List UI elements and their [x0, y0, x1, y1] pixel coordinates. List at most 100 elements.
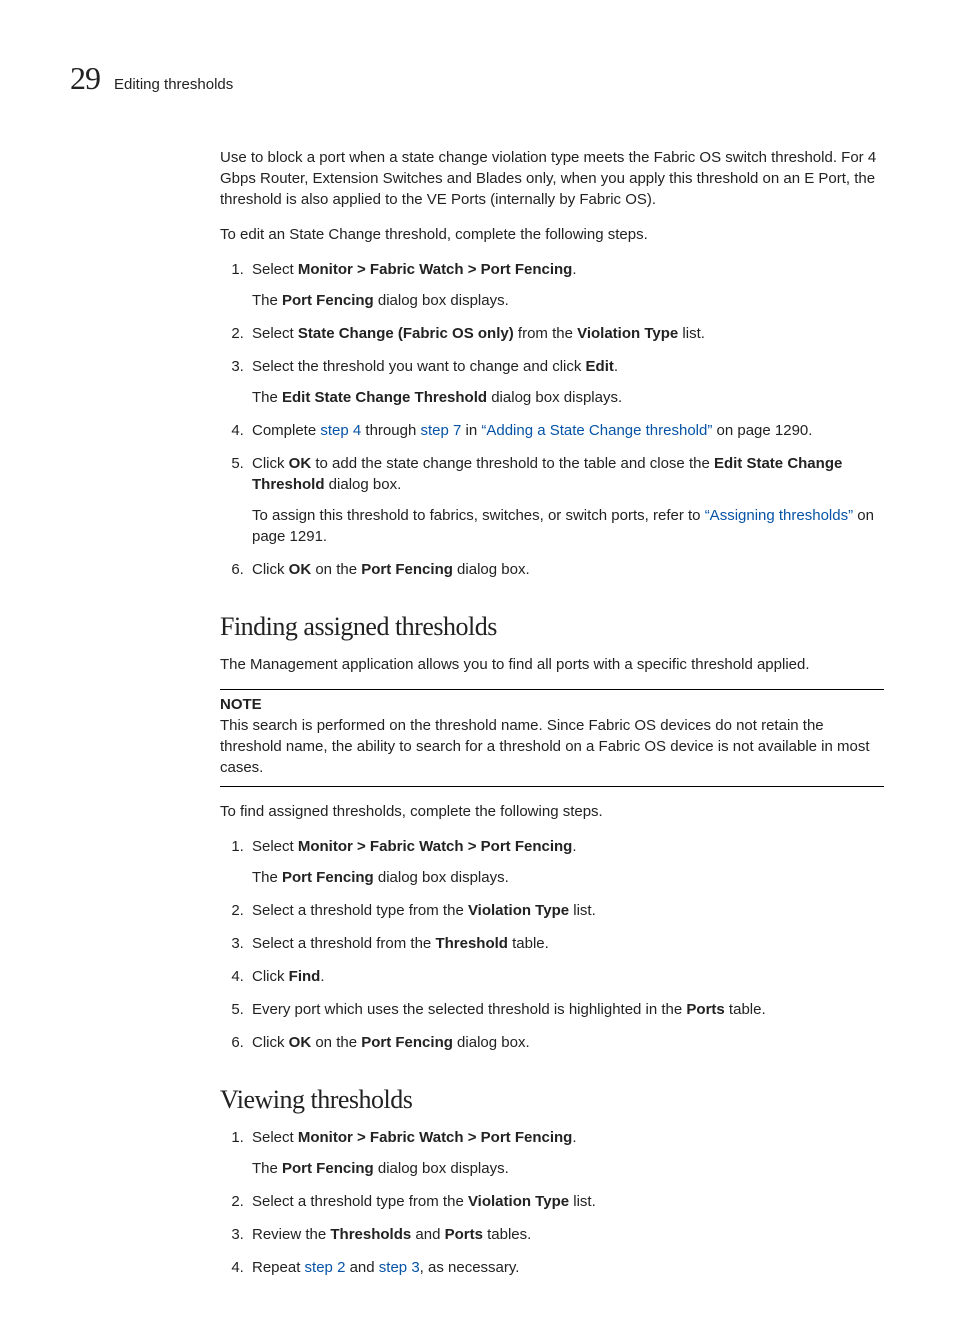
text: list.	[678, 325, 705, 342]
page: 29 Editing thresholds Use to block a por…	[0, 0, 954, 1332]
cross-reference-link[interactable]: step 3	[379, 1259, 420, 1276]
finding-steps-list: Select Monitor > Fabric Watch > Port Fen…	[220, 836, 884, 1053]
list-name: Violation Type	[468, 902, 569, 919]
cross-reference-link[interactable]: step 2	[305, 1259, 346, 1276]
text: .	[320, 968, 324, 985]
text: Click	[252, 1034, 289, 1051]
cross-reference-link[interactable]: step 4	[320, 422, 361, 439]
text: dialog box displays.	[374, 292, 509, 309]
menu-path: Monitor > Fabric Watch > Port Fencing	[298, 838, 572, 855]
button-name: OK	[289, 1034, 312, 1051]
text: Repeat	[252, 1259, 305, 1276]
button-name: Edit	[586, 358, 614, 375]
text: on page 1290.	[712, 422, 812, 439]
text: The	[252, 1160, 282, 1177]
viewing-steps-list: Select Monitor > Fabric Watch > Port Fen…	[220, 1127, 884, 1278]
section-title: Editing thresholds	[114, 76, 233, 93]
step-text: .	[572, 261, 576, 278]
button-name: OK	[289, 455, 312, 472]
list-name: Violation Type	[577, 325, 678, 342]
running-header: 29 Editing thresholds	[70, 60, 884, 97]
text: Click	[252, 968, 289, 985]
text: Every port which uses the selected thres…	[252, 1001, 686, 1018]
text: , as necessary.	[420, 1259, 520, 1276]
step-item: Click OK on the Port Fencing dialog box.	[248, 559, 884, 580]
dialog-name: Port Fencing	[361, 561, 453, 578]
text: in	[461, 422, 481, 439]
chapter-number: 29	[70, 60, 100, 97]
dialog-name: Port Fencing	[282, 869, 374, 886]
text: table.	[508, 935, 549, 952]
text: dialog box.	[325, 476, 402, 493]
heading-finding: Finding assigned thresholds	[220, 612, 884, 642]
intro-paragraph-2: To edit an State Change threshold, compl…	[220, 224, 884, 245]
text: dialog box displays.	[374, 1160, 509, 1177]
option-name: State Change (Fabric OS only)	[298, 325, 514, 342]
text: Select a threshold from the	[252, 935, 435, 952]
edit-steps-list: Select Monitor > Fabric Watch > Port Fen…	[220, 259, 884, 580]
text: Select a threshold type from the	[252, 902, 468, 919]
text: .	[572, 838, 576, 855]
finding-paragraph: The Management application allows you to…	[220, 654, 884, 675]
text: and	[345, 1259, 378, 1276]
step-item: Every port which uses the selected thres…	[248, 999, 884, 1020]
dialog-name: Edit State Change Threshold	[282, 389, 487, 406]
text: through	[361, 422, 420, 439]
cross-reference-link[interactable]: “Assigning thresholds”	[705, 507, 853, 524]
text: The	[252, 292, 282, 309]
text: .	[614, 358, 618, 375]
dialog-name: Port Fencing	[282, 292, 374, 309]
text: The	[252, 389, 282, 406]
heading-viewing: Viewing thresholds	[220, 1085, 884, 1115]
step-item: Complete step 4 through step 7 in “Addin…	[248, 420, 884, 441]
text: Complete	[252, 422, 320, 439]
step-text: Select	[252, 261, 298, 278]
menu-path: Monitor > Fabric Watch > Port Fencing	[298, 1129, 572, 1146]
text: Select	[252, 838, 298, 855]
step-item: Click Find.	[248, 966, 884, 987]
table-name: Threshold	[435, 935, 508, 952]
step-subtext: The Port Fencing dialog box displays.	[252, 867, 884, 888]
step-item: Select Monitor > Fabric Watch > Port Fen…	[248, 836, 884, 888]
text: to add the state change threshold to the…	[311, 455, 714, 472]
text: table.	[725, 1001, 766, 1018]
text: list.	[569, 902, 596, 919]
step-item: Select State Change (Fabric OS only) fro…	[248, 323, 884, 344]
text: Select a threshold type from the	[252, 1193, 468, 1210]
step-subtext: The Port Fencing dialog box displays.	[252, 290, 884, 311]
cross-reference-link[interactable]: “Adding a State Change threshold”	[481, 422, 712, 439]
text: Select	[252, 1129, 298, 1146]
button-name: Find	[289, 968, 321, 985]
text: from the	[514, 325, 577, 342]
menu-path: Monitor > Fabric Watch > Port Fencing	[298, 261, 572, 278]
button-name: OK	[289, 561, 312, 578]
step-item: Click OK to add the state change thresho…	[248, 453, 884, 547]
intro-paragraph: Use to block a port when a state change …	[220, 147, 884, 210]
text: list.	[569, 1193, 596, 1210]
step-subtext: The Port Fencing dialog box displays.	[252, 1158, 884, 1179]
step-subtext: The Edit State Change Threshold dialog b…	[252, 387, 884, 408]
text: .	[572, 1129, 576, 1146]
text: Click	[252, 561, 289, 578]
step-item: Click OK on the Port Fencing dialog box.	[248, 1032, 884, 1053]
cross-reference-link[interactable]: step 7	[420, 422, 461, 439]
text: Click	[252, 455, 289, 472]
text: on the	[311, 561, 361, 578]
step-item: Select a threshold type from the Violati…	[248, 1191, 884, 1212]
content-column: Use to block a port when a state change …	[220, 147, 884, 1278]
step-item: Select Monitor > Fabric Watch > Port Fen…	[248, 1127, 884, 1179]
finding-paragraph-2: To find assigned thresholds, complete th…	[220, 801, 884, 822]
step-subtext: To assign this threshold to fabrics, swi…	[252, 505, 884, 547]
step-item: Repeat step 2 and step 3, as necessary.	[248, 1257, 884, 1278]
note-label: NOTE	[220, 689, 884, 713]
text: The	[252, 869, 282, 886]
list-name: Violation Type	[468, 1193, 569, 1210]
note-block: NOTE This search is performed on the thr…	[220, 689, 884, 787]
dialog-name: Port Fencing	[361, 1034, 453, 1051]
step-item: Select the threshold you want to change …	[248, 356, 884, 408]
text: To assign this threshold to fabrics, swi…	[252, 507, 705, 524]
text: dialog box displays.	[487, 389, 622, 406]
step-item: Select Monitor > Fabric Watch > Port Fen…	[248, 259, 884, 311]
text: dialog box.	[453, 561, 530, 578]
text: dialog box.	[453, 1034, 530, 1051]
